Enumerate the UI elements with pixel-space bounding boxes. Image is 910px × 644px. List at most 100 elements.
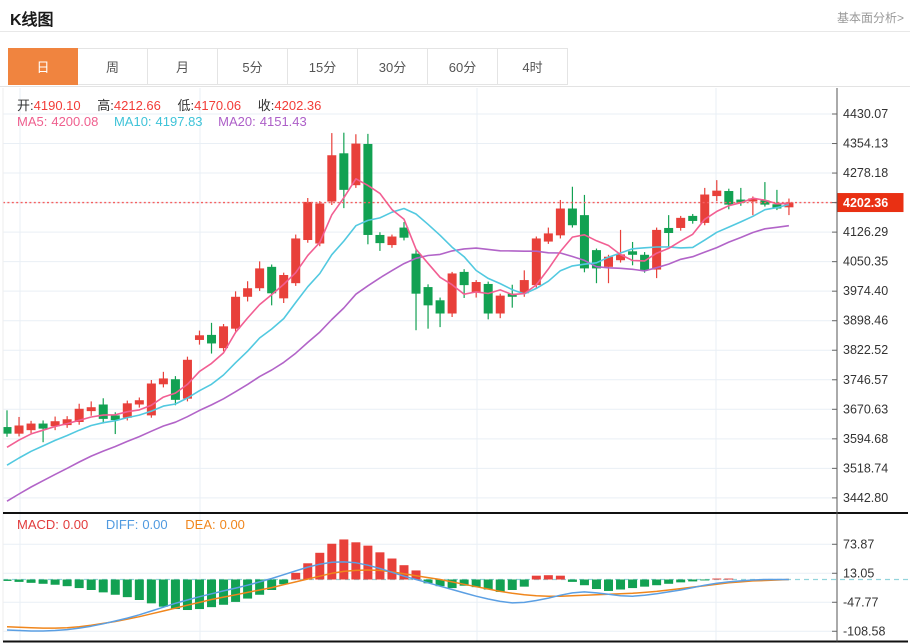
tab-5分[interactable]: 5分	[218, 48, 288, 85]
kline-header: K线图 基本面分析>	[0, 0, 910, 32]
macd-bar	[664, 580, 673, 584]
candle-body	[39, 424, 48, 429]
ma-legend: MA5:4200.08 MA10:4197.83 MA20:4151.43	[17, 114, 307, 129]
candle-body	[424, 287, 433, 305]
price-axis-label: 3746.57	[843, 373, 888, 387]
high-label: 高:	[97, 98, 114, 113]
macd-bar	[363, 546, 372, 580]
candle-body	[207, 335, 216, 344]
low-value: 4170.06	[194, 98, 241, 113]
candle-body	[628, 251, 637, 254]
candle-body	[135, 400, 144, 404]
candle-body	[568, 209, 577, 226]
price-axis-label: 3898.46	[843, 314, 888, 328]
macd-axis-label: 73.87	[843, 537, 874, 551]
macd-bar	[3, 580, 12, 581]
price-axis-label: 4430.07	[843, 107, 888, 121]
price-axis-label: 3594.68	[843, 432, 888, 446]
macd-bar	[51, 580, 60, 585]
ma5-label: MA5:	[17, 114, 47, 129]
candle-body	[652, 230, 661, 270]
candle-body	[303, 202, 312, 240]
macd-bar	[544, 575, 553, 579]
macd-axis-label: -108.58	[843, 624, 885, 638]
price-axis-label: 4126.29	[843, 225, 888, 239]
macd-bar	[351, 542, 360, 579]
price-axis-label: 3442.80	[843, 491, 888, 505]
timeframe-tabs: 日周月5分15分30分60分4时	[8, 48, 568, 85]
diff-label: DIFF:	[106, 517, 139, 532]
candle-body	[171, 379, 180, 400]
macd-axis-label: -47.77	[843, 595, 878, 609]
ohlc-legend: 开:4190.10 高:4212.66 低:4170.06 收:4202.36	[17, 95, 334, 114]
macd-bar	[111, 580, 120, 595]
candle-body	[231, 297, 240, 329]
tab-日[interactable]: 日	[8, 48, 78, 85]
current-price-badge-text: 4202.36	[843, 196, 888, 210]
macd-legend: MACD:0.00 DIFF:0.00 DEA:0.00	[17, 517, 245, 532]
candle-body	[484, 284, 493, 314]
macd-axis-label: 13.05	[843, 566, 874, 580]
price-axis-label: 3518.74	[843, 461, 888, 475]
candle-body	[375, 235, 384, 243]
ma10-line	[7, 205, 789, 466]
price-axis-label: 4278.18	[843, 166, 888, 180]
macd-bar	[712, 579, 721, 580]
macd-bar	[700, 580, 709, 581]
macd-bar	[243, 580, 252, 599]
candle-body	[243, 288, 252, 297]
macd-bar	[87, 580, 96, 590]
dea-value: 0.00	[220, 517, 245, 532]
candle-body	[87, 407, 96, 411]
price-axis-label: 3670.63	[843, 402, 888, 416]
macd-bar	[508, 580, 517, 590]
candle-body	[3, 427, 12, 434]
ma20-value: 4151.43	[260, 114, 307, 129]
macd-bar	[135, 580, 144, 601]
tab-4时[interactable]: 4时	[498, 48, 568, 85]
candle-body	[460, 272, 469, 285]
high-value: 4212.66	[114, 98, 161, 113]
fundamental-analysis-link[interactable]: 基本面分析>	[837, 9, 904, 26]
macd-bar	[291, 573, 300, 580]
macd-label: MACD:	[17, 517, 59, 532]
candle-body	[387, 237, 396, 246]
macd-bar	[640, 580, 649, 587]
macd-bar	[724, 579, 733, 580]
macd-bar	[556, 576, 565, 580]
candle-body	[15, 425, 24, 433]
macd-bar	[99, 580, 108, 593]
macd-bar	[147, 580, 156, 604]
candle-body	[664, 228, 673, 233]
page-title: K线图	[10, 6, 54, 30]
candle-body	[712, 191, 721, 196]
tab-15分[interactable]: 15分	[288, 48, 358, 85]
tab-周[interactable]: 周	[78, 48, 148, 85]
ma20-line	[7, 226, 789, 502]
price-axis-label: 3974.40	[843, 284, 888, 298]
tab-30分[interactable]: 30分	[358, 48, 428, 85]
candle-body	[544, 233, 553, 241]
tab-月[interactable]: 月	[148, 48, 218, 85]
candle-body	[159, 378, 168, 384]
macd-bar	[387, 559, 396, 580]
candle-body	[496, 296, 505, 314]
candle-body	[448, 273, 457, 313]
candle-body	[327, 155, 336, 201]
open-value: 4190.10	[34, 98, 81, 113]
candle-body	[219, 326, 228, 348]
kline-page: { "header": { "title": "K线图", "link": "基…	[0, 0, 910, 644]
close-value: 4202.36	[274, 98, 321, 113]
candle-body	[556, 209, 565, 236]
macd-bar	[231, 580, 240, 602]
ma10-label: MA10:	[114, 114, 152, 129]
candle-body	[255, 268, 264, 288]
macd-bar	[568, 580, 577, 582]
candle-body	[27, 424, 36, 431]
price-axis-label: 4354.13	[843, 137, 888, 151]
price-axis-label: 4050.35	[843, 255, 888, 269]
macd-bar	[39, 580, 48, 584]
tab-60分[interactable]: 60分	[428, 48, 498, 85]
macd-bar	[652, 580, 661, 586]
macd-bar	[339, 539, 348, 579]
